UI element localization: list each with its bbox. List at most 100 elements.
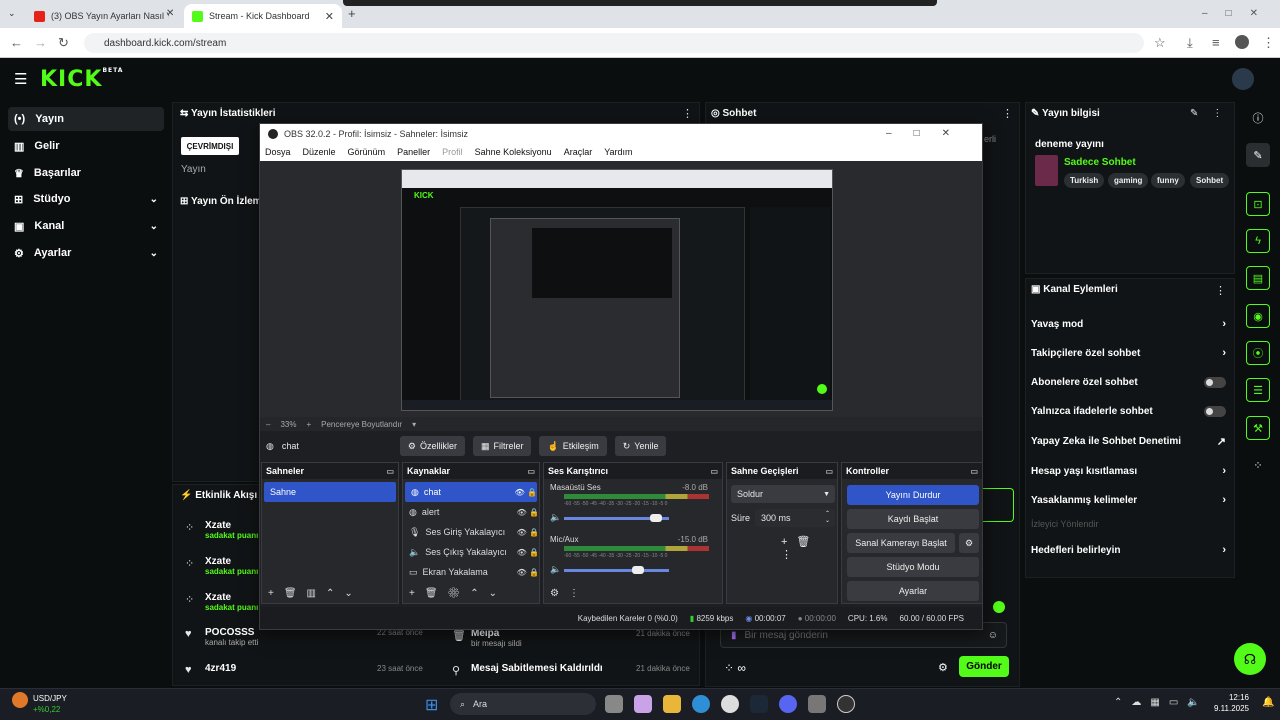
zoom-out-icon[interactable]: – [266, 420, 270, 429]
studio-mode-button[interactable]: Stüdyo Modu [847, 557, 979, 577]
browser-menu-icon[interactable]: ⋮ [1262, 35, 1275, 51]
taskbar-clock[interactable]: 12:16 9.11.2025 [1214, 692, 1249, 714]
reading-list-icon[interactable]: ≡ [1212, 35, 1220, 50]
tab-obs-settings[interactable]: (3) OBS Yayın Ayarları Nasıl Yap [26, 4, 184, 28]
volume-slider[interactable] [564, 566, 669, 574]
transition-toolbar[interactable]: +🗑⋮ [781, 535, 837, 561]
chat-settings-icon[interactable]: ⚙ [938, 661, 948, 674]
sidebar-item-yayin[interactable]: (•) Yayın [8, 107, 164, 131]
undock-icon[interactable]: ▭ [825, 467, 833, 476]
volume-slider[interactable] [564, 514, 669, 522]
list-icon[interactable]: ☰ [1246, 378, 1270, 402]
menu-yardim[interactable]: Yardım [604, 147, 632, 157]
windows-start-icon[interactable]: ⊞ [425, 695, 438, 715]
bookmark-star-icon[interactable]: ☆ [1154, 35, 1166, 51]
more-icon[interactable]: ⋮ [1215, 284, 1226, 297]
focus-icon[interactable]: ⊡ [1246, 192, 1270, 216]
menu-dosya[interactable]: Dosya [265, 147, 291, 157]
action-banned-words[interactable]: Yasaklanmış kelimeler › [1031, 494, 1226, 506]
undock-icon[interactable]: ▭ [527, 467, 535, 476]
speaker-icon[interactable]: 🔈 [550, 564, 561, 575]
virtual-camera-button[interactable]: Sanal Kamerayı Başlat [847, 533, 955, 553]
bolt-icon[interactable]: ϟ [1246, 229, 1270, 253]
emoji-icon[interactable]: ☺ [988, 630, 998, 641]
toggle-switch[interactable] [1204, 377, 1226, 388]
window-controls[interactable]: –□✕ [886, 128, 972, 139]
source-item-screen[interactable]: ▭ Ekran Yakalama 👁 🔒 [403, 562, 539, 582]
more-icon[interactable]: ⋮ [1002, 107, 1013, 120]
menu-araclar[interactable]: Araçlar [564, 147, 593, 157]
properties-button[interactable]: ⚙ Özellikler [399, 436, 465, 456]
undock-icon[interactable]: ▭ [970, 467, 978, 476]
zoom-in-icon[interactable]: + [306, 420, 311, 429]
wrench-icon[interactable]: ⚒ [1246, 416, 1270, 440]
tab-kick-dashboard[interactable]: Stream - Kick Dashboard ✕ [184, 4, 342, 28]
task-view-icon[interactable] [605, 695, 623, 713]
system-tray-icons[interactable]: ⌃☁▦▭🔈 [1114, 697, 1209, 708]
toggle-switch[interactable] [1204, 406, 1226, 417]
ticker-widget[interactable]: USD/JPY +%0,22 [33, 693, 67, 715]
source-item-alert[interactable]: ◍ alert 👁 🔒 [403, 502, 539, 522]
gear-icon[interactable]: ⚙ [959, 533, 979, 553]
new-tab-button[interactable]: + [348, 6, 356, 21]
chat-bubble-icon[interactable]: ◉ [1246, 304, 1270, 328]
obs-window[interactable]: OBS 32.0.2 - Profil: İsimsiz - Sahneler:… [259, 123, 983, 630]
obs-preview[interactable]: KICK [260, 161, 982, 417]
document-icon[interactable]: ▤ [1246, 266, 1270, 290]
slider-handle[interactable] [632, 566, 644, 574]
edit-icon[interactable]: ✎⋮ [1190, 108, 1236, 119]
sidebar-item-studyo[interactable]: ⊞ Stüdyo ⌄ [8, 187, 164, 211]
action-account-age[interactable]: Hesap yaşı kısıtlaması › [1031, 465, 1226, 477]
kick-logo[interactable]: KICKBETA [40, 67, 123, 92]
back-icon[interactable]: ← [10, 35, 23, 50]
action-ai-moderation[interactable]: Yapay Zeka ile Sohbet Denetimi ↗ [1031, 435, 1226, 448]
chevron-down-icon[interactable]: ▾ [412, 420, 416, 429]
points-icon[interactable]: ⁘ ∞ [724, 661, 746, 675]
refresh-button[interactable]: ↻ Yenile [614, 436, 667, 456]
mixer-toolbar[interactable]: ⚙⋮ [550, 588, 589, 599]
slider-handle[interactable] [650, 514, 662, 522]
action-slow-mode[interactable]: Yavaş mod › [1031, 318, 1226, 330]
fit-to-window[interactable]: Pencereye Boyutlandır [321, 420, 402, 429]
user-avatar[interactable] [1232, 68, 1254, 90]
hamburger-icon[interactable]: ☰ [14, 70, 27, 88]
tab-list-chevron-icon[interactable]: ⌄ [8, 8, 16, 19]
menu-profil[interactable]: Profil [442, 147, 463, 157]
menu-sahne-koleksiyonu[interactable]: Sahne Koleksiyonu [475, 147, 552, 157]
sidebar-item-ayarlar[interactable]: ⚙ Ayarlar ⌄ [8, 241, 164, 265]
info-icon[interactable]: ⓘ [1246, 106, 1270, 130]
url-field[interactable]: dashboard.kick.com/stream [84, 33, 1144, 53]
edit-icon[interactable]: ✎ [1246, 143, 1270, 167]
menu-paneller[interactable]: Paneller [397, 147, 430, 157]
action-subscribers-only[interactable]: Abonelere özel sohbet [1031, 377, 1226, 388]
action-set-goals[interactable]: Hedefleri belirleyin › [1031, 544, 1226, 556]
stop-stream-button[interactable]: Yayını Durdur [847, 485, 979, 505]
obs-taskbar-icon[interactable] [837, 695, 855, 713]
grid-icon[interactable]: ⁘ [1246, 453, 1270, 477]
discord-icon[interactable] [779, 695, 797, 713]
edge-icon[interactable] [692, 695, 710, 713]
widgets-icon[interactable] [634, 695, 652, 713]
settings-button[interactable]: Ayarlar [847, 581, 979, 601]
speaker-icon[interactable]: 🔈 [550, 512, 561, 523]
action-emotes-only[interactable]: Yalnızca ifadelerle sohbet [1031, 406, 1226, 417]
undock-icon[interactable]: ▭ [710, 467, 718, 476]
taskbar-search[interactable]: ⌕ Ara [450, 693, 596, 715]
profile-avatar[interactable] [1235, 35, 1249, 49]
forward-icon[interactable]: → [34, 35, 47, 50]
source-item-speaker[interactable]: 🔈 Ses Çıkış Yakalayıcı 👁 🔒 [403, 542, 539, 562]
store-icon[interactable] [808, 695, 826, 713]
notification-bell-icon[interactable]: 🔔 [1262, 697, 1274, 708]
source-item-mic[interactable]: 🎙 Ses Giriş Yakalayıcı 👁 🔒 [403, 522, 539, 542]
chrome-icon[interactable] [721, 695, 739, 713]
duration-stepper[interactable]: 300 ms ⌃ ⌄ [755, 509, 835, 527]
more-icon[interactable]: ⋮ [682, 107, 693, 120]
support-headset-icon[interactable]: ☊ [1234, 643, 1266, 675]
download-icon[interactable]: ⤓ [1187, 35, 1193, 51]
tab-close-icon[interactable]: ✕ [325, 10, 334, 23]
sidebar-item-basarilar[interactable]: ♛ Başarılar [8, 161, 164, 185]
reload-icon[interactable]: ↻ [58, 35, 69, 51]
source-item-chat[interactable]: ◍ chat 👁 🔒 [405, 482, 537, 502]
window-controls[interactable]: –□✕ [1202, 8, 1276, 19]
transition-select[interactable]: Soldur ▼ [731, 485, 835, 503]
